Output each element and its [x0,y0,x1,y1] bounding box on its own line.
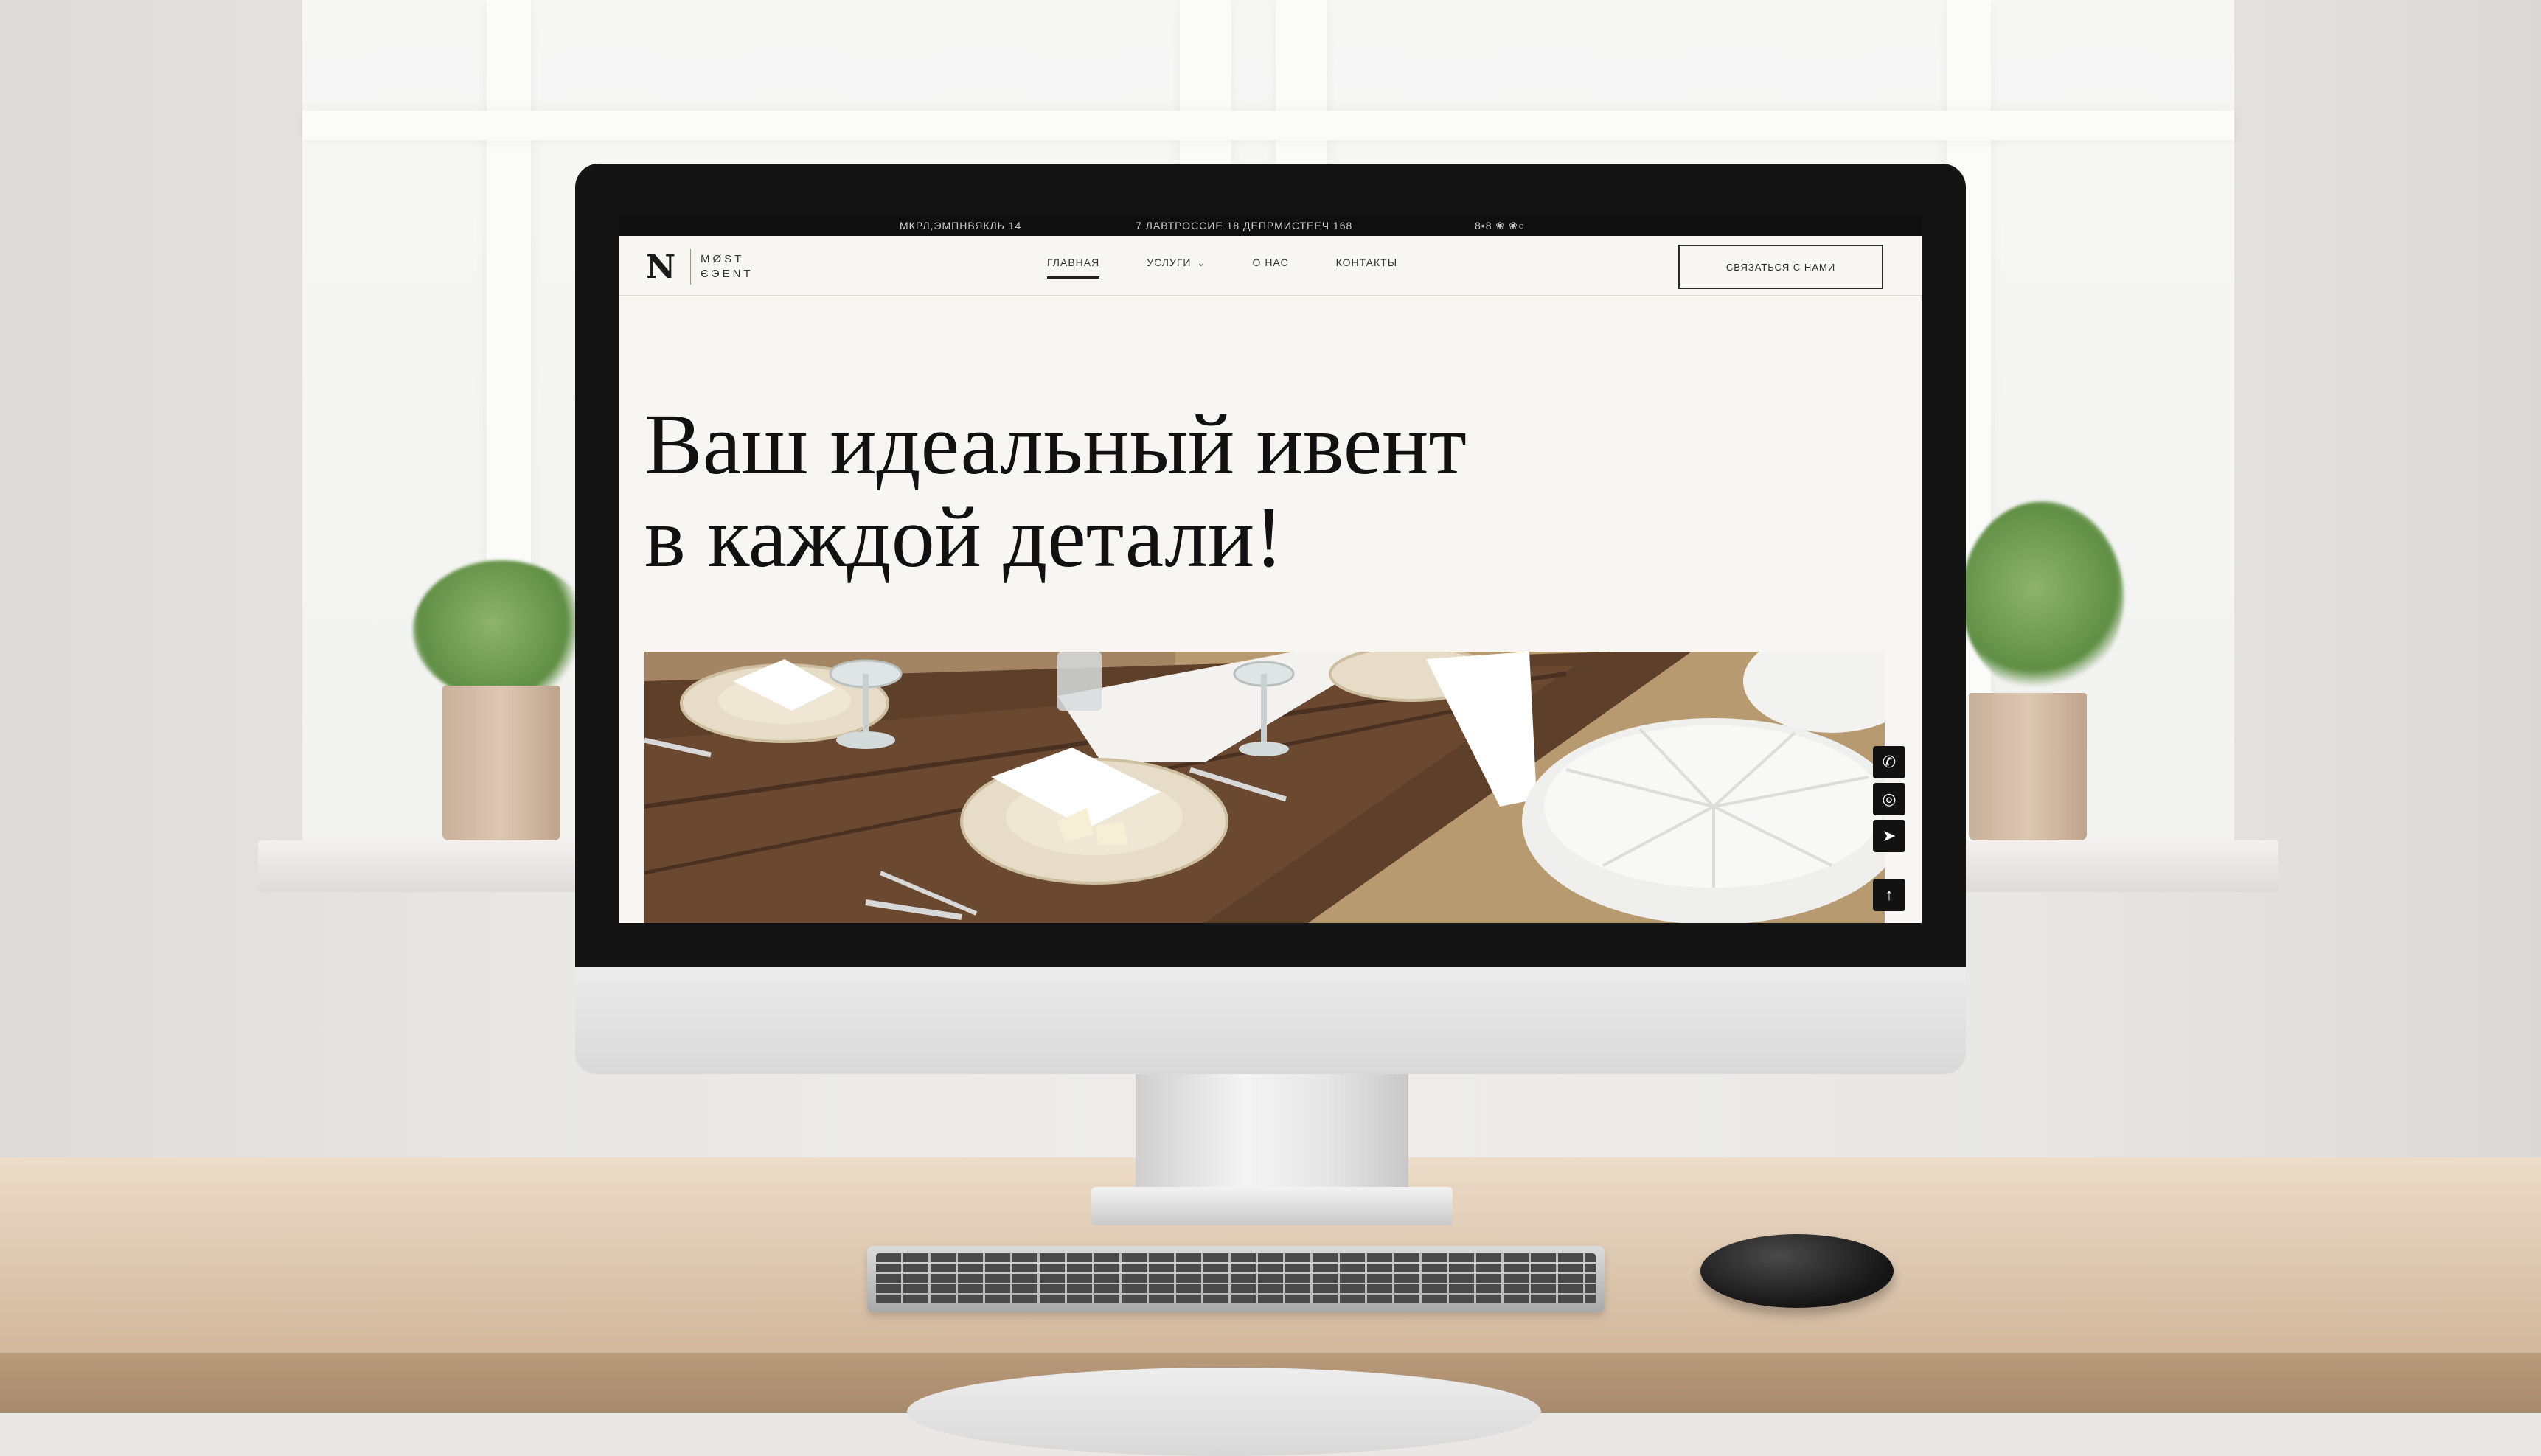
logo-line-2: ЄЭENT [701,268,754,280]
topbar-address: МКРЛ,ЭМПНВЯКЛЬ 14 [900,220,1022,231]
mouse [1700,1234,1894,1308]
nav-services-label: УСЛУГИ [1147,257,1192,268]
hero-title: Ваш идеальный ивент в каждой детали! [644,398,1751,584]
nav-about-label: О НАС [1252,257,1289,268]
logo-line-1: MØST [701,253,745,265]
potted-plant-right [1954,501,2131,840]
telegram-icon: ➤ [1882,826,1897,845]
phone-icon: ✆ [1882,753,1897,771]
telegram-button[interactable]: ➤ [1873,820,1905,852]
main-nav: ГЛАВНАЯ УСЛУГИ ⌄ О НАС КОНТАКТЫ [1047,257,1397,279]
top-info-bar: МКРЛ,ЭМПНВЯКЛЬ 14 7 ЛАВТРОССИЕ 18 ДЕПРМИ… [619,215,1922,236]
nav-home-label: ГЛАВНАЯ [1047,257,1100,268]
nav-services[interactable]: УСЛУГИ ⌄ [1147,257,1205,279]
logo-divider [690,249,691,285]
nav-contacts-label: КОНТАКТЫ [1335,257,1398,268]
hero-title-line-2: в каждой детали! [644,489,1284,585]
monitor: МКРЛ,ЭМПНВЯКЛЬ 14 7 ЛАВТРОССИЕ 18 ДЕПРМИ… [575,164,1966,1074]
whatsapp-button[interactable]: ◎ [1873,783,1905,815]
chevron-down-icon: ⌄ [1197,258,1206,268]
keyboard-keys [876,1253,1596,1305]
phone-button[interactable]: ✆ [1873,746,1905,778]
monitor-bezel: МКРЛ,ЭМПНВЯКЛЬ 14 7 ЛАВТРОССИЕ 18 ДЕПРМИ… [575,164,1966,967]
nav-contacts[interactable]: КОНТАКТЫ [1336,257,1398,279]
whatsapp-icon: ◎ [1882,790,1897,808]
hero-title-line-1: Ваш идеальный ивент [644,396,1467,492]
potted-plant-left [413,560,590,840]
monitor-stand-base [1091,1187,1453,1225]
chair-top [907,1368,1541,1456]
monitor-screen: МКРЛ,ЭМПНВЯКЛЬ 14 7 ЛАВТРОССИЕ 18 ДЕПРМИ… [619,215,1922,923]
monitor-chin [575,967,1966,1074]
nav-home[interactable]: ГЛАВНАЯ [1047,257,1100,279]
site-header: N MØST ЄЭENT ГЛАВНАЯ УСЛУГИ ⌄ О НАС КОНТ… [619,236,1922,296]
topbar-social: 8•8 ❀ ❀○ [1475,220,1526,231]
logo-mark[interactable]: N [646,251,678,284]
scroll-to-top-button[interactable]: ↑ [1873,879,1905,911]
logo-text[interactable]: MØST ЄЭENT [701,252,754,282]
scroll-top-icon: ↑ [1885,885,1894,904]
table-setting-illustration [644,652,1885,923]
topbar-phone: 7 ЛАВТРОССИЕ 18 ДЕПРМИСТЕЕЧ 168 [1136,220,1353,231]
contact-us-button[interactable]: СВЯЗАТЬСЯ С НАМИ [1678,245,1883,289]
hero-image [644,652,1885,923]
keyboard [867,1246,1605,1312]
nav-about[interactable]: О НАС [1253,257,1289,279]
monitor-stand [1136,1062,1408,1202]
